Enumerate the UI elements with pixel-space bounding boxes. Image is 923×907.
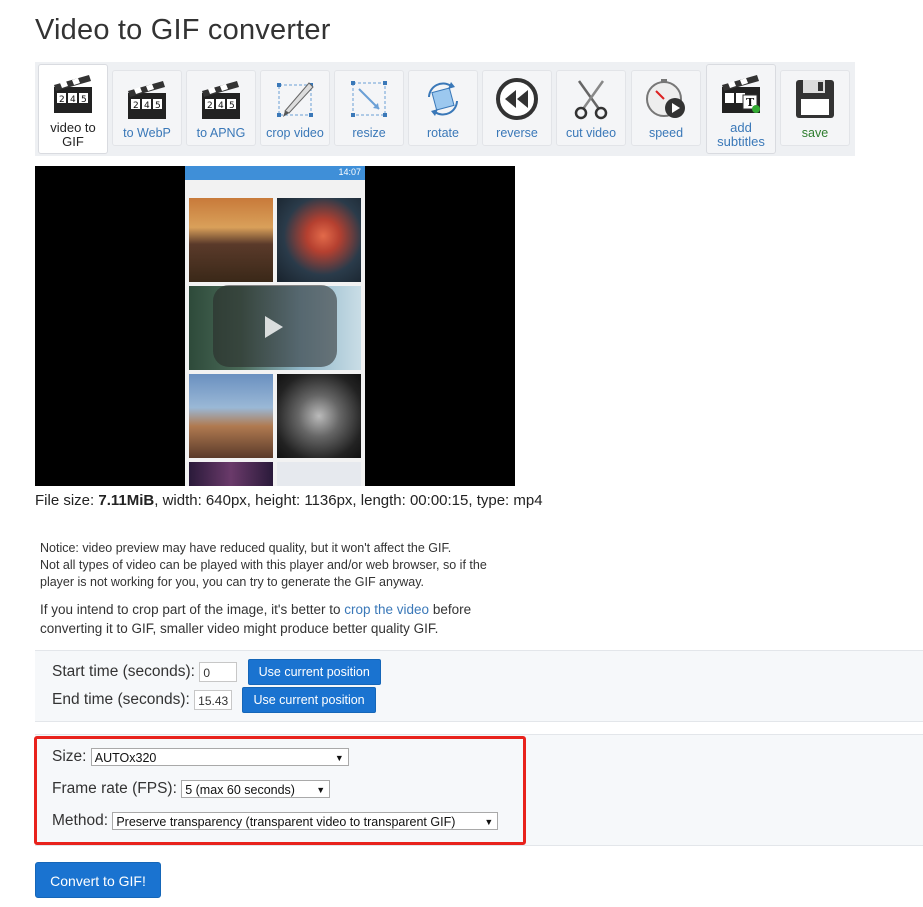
thumbnail-image bbox=[189, 198, 273, 282]
convert-to-gif-button[interactable]: Convert to GIF! bbox=[35, 862, 161, 898]
tool-save[interactable]: save bbox=[780, 70, 850, 146]
tool-label: save bbox=[801, 126, 829, 140]
tool-label: crop video bbox=[266, 126, 324, 140]
svg-text:4: 4 bbox=[144, 101, 150, 111]
hint-text: before bbox=[429, 602, 472, 617]
preview-notice: Notice: video preview may have reduced q… bbox=[40, 540, 520, 591]
tool-label: speed bbox=[648, 126, 684, 140]
tool-video-to-gif[interactable]: 245 video to GIF bbox=[38, 64, 108, 154]
page-title: Video to GIF converter bbox=[35, 14, 331, 46]
tool-to-webp[interactable]: 245 to WebP bbox=[112, 70, 182, 146]
thumbnail-image bbox=[277, 374, 361, 458]
rewind-icon bbox=[496, 78, 538, 120]
play-icon[interactable] bbox=[265, 316, 283, 338]
clapperboard-icon: 245 bbox=[128, 81, 166, 119]
tool-label: video to GIF bbox=[50, 120, 96, 149]
svg-text:2: 2 bbox=[133, 101, 139, 111]
svg-text:5: 5 bbox=[155, 101, 161, 111]
timing-panel: Start time (seconds): 0 Use current posi… bbox=[35, 650, 923, 722]
resize-icon bbox=[351, 81, 387, 117]
tool-speed[interactable]: speed bbox=[631, 70, 701, 146]
tool-label: rotate bbox=[427, 126, 459, 140]
rotate-icon bbox=[428, 82, 458, 116]
file-info-details: , width: 640px, height: 1136px, length: … bbox=[154, 492, 543, 509]
end-time-row: End time (seconds): 15.43 Use current po… bbox=[52, 687, 376, 713]
svg-text:4: 4 bbox=[70, 95, 76, 105]
video-player[interactable]: 14:07 bbox=[35, 166, 515, 486]
crop-video-link[interactable]: crop the video bbox=[344, 602, 429, 617]
svg-text:5: 5 bbox=[81, 95, 87, 105]
stopwatch-icon bbox=[646, 79, 685, 118]
tool-label: resize bbox=[352, 126, 386, 140]
clapperboard-icon: 245 bbox=[202, 81, 240, 119]
svg-text:5: 5 bbox=[229, 101, 235, 111]
start-time-row: Start time (seconds): 0 Use current posi… bbox=[52, 659, 381, 685]
hint-text: If you intend to crop part of the image,… bbox=[40, 602, 345, 617]
end-time-input[interactable]: 15.43 bbox=[194, 690, 233, 710]
tool-cut-video[interactable]: cut video bbox=[556, 70, 626, 146]
notice-line: player is not working for you, you can t… bbox=[40, 575, 424, 589]
thumbnail-image bbox=[277, 198, 361, 282]
tool-label: to WebP bbox=[123, 126, 171, 140]
tool-label: add subtitles bbox=[717, 120, 765, 149]
subtitles-clapperboard-icon: T bbox=[722, 75, 760, 113]
hint-text: converting it to GIF, smaller video migh… bbox=[40, 621, 439, 636]
end-time-label: End time (seconds): bbox=[52, 691, 190, 709]
crop-hint: If you intend to crop part of the image,… bbox=[40, 600, 520, 638]
tool-label: to APNG bbox=[196, 126, 246, 140]
start-time-input[interactable]: 0 bbox=[199, 662, 238, 682]
tool-crop-video[interactable]: crop video bbox=[260, 70, 330, 146]
tool-label: cut video bbox=[565, 126, 617, 140]
video-frame: 14:07 bbox=[185, 166, 365, 486]
thumbnail-image bbox=[277, 462, 361, 486]
tool-toolbar: 245 video to GIF 245 to WebP 245 to APNG bbox=[35, 62, 855, 156]
thumbnail-image bbox=[189, 462, 273, 486]
phone-status-bar: 14:07 bbox=[185, 166, 365, 180]
file-info: File size: 7.11MiB, width: 640px, height… bbox=[35, 492, 543, 509]
notice-line: Not all types of video can be played wit… bbox=[40, 558, 487, 572]
phone-time: 14:07 bbox=[338, 167, 361, 177]
svg-text:2: 2 bbox=[59, 95, 65, 105]
tool-rotate[interactable]: rotate bbox=[408, 70, 478, 146]
tool-label: reverse bbox=[496, 126, 538, 140]
thumbnail-image bbox=[189, 374, 273, 458]
start-use-current-button[interactable]: Use current position bbox=[247, 659, 381, 685]
notice-line: Notice: video preview may have reduced q… bbox=[40, 541, 452, 555]
clapperboard-icon: 245 bbox=[54, 75, 92, 113]
tool-add-subtitles[interactable]: T add subtitles bbox=[706, 64, 776, 154]
tool-resize[interactable]: resize bbox=[334, 70, 404, 146]
scissors-icon bbox=[574, 80, 608, 120]
start-time-label: Start time (seconds): bbox=[52, 663, 195, 681]
file-info-prefix: File size: bbox=[35, 492, 99, 509]
svg-text:2: 2 bbox=[207, 101, 213, 111]
svg-text:4: 4 bbox=[218, 101, 224, 111]
highlight-box bbox=[34, 736, 526, 845]
file-size: 7.11MiB bbox=[98, 492, 155, 509]
tool-to-apng[interactable]: 245 to APNG bbox=[186, 70, 256, 146]
floppy-disk-icon bbox=[796, 80, 834, 118]
tool-reverse[interactable]: reverse bbox=[482, 70, 552, 146]
end-use-current-button[interactable]: Use current position bbox=[242, 687, 376, 713]
crop-icon bbox=[277, 82, 314, 117]
